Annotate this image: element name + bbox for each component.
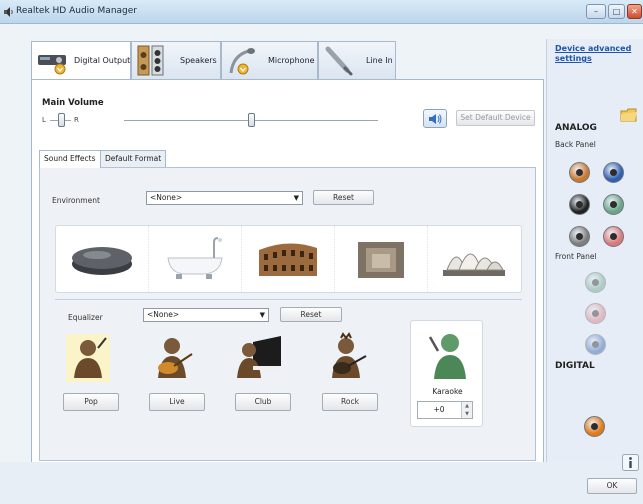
equalizer-select[interactable]: <None> ▼ xyxy=(143,308,269,322)
live-guitarist-icon xyxy=(158,338,193,378)
environment-label: Environment xyxy=(52,196,100,205)
speaker-app-icon xyxy=(4,7,13,17)
rock-guitarist-icon xyxy=(332,332,367,378)
pop-singer-icon xyxy=(66,334,110,382)
chevron-down-icon: ▼ xyxy=(259,311,265,319)
environment-stone-room[interactable] xyxy=(335,226,428,292)
back-jack-orange[interactable] xyxy=(569,162,590,183)
opera-house-icon xyxy=(443,253,505,276)
environment-reset-button[interactable]: Reset xyxy=(313,190,374,205)
colosseum-icon xyxy=(259,243,317,276)
tab-default-format[interactable]: Default Format xyxy=(100,150,167,167)
window-title: Realtek HD Audio Manager xyxy=(16,6,137,16)
stone-room-icon xyxy=(358,242,404,278)
tab-digital-output[interactable]: Digital Output xyxy=(31,41,131,81)
equalizer-label: Equalizer xyxy=(68,313,103,322)
environment-bathroom[interactable] xyxy=(149,226,242,292)
preset-pop-button[interactable]: Pop xyxy=(63,393,119,411)
environment-select-value: <None> xyxy=(150,193,183,202)
main-panel: Main Volume L R Set Default Device Sound… xyxy=(31,79,544,471)
tab-line-in-label: Line In xyxy=(366,56,393,65)
karaoke-stepper[interactable]: +0 ▲ ▼ xyxy=(417,401,473,419)
stepper-arrows[interactable]: ▲ ▼ xyxy=(461,402,472,418)
sound-effects-panel: Environment <None> ▼ Reset Equalizer <No… xyxy=(39,167,536,461)
preset-club-button[interactable]: Club xyxy=(235,393,291,411)
tab-line-in[interactable]: Line In xyxy=(318,41,396,79)
club-pianist-icon xyxy=(237,336,281,378)
main-volume-label: Main Volume xyxy=(42,98,104,108)
line-in-icon xyxy=(325,46,353,76)
tab-speakers[interactable]: Speakers xyxy=(131,41,221,79)
karaoke-value: +0 xyxy=(433,405,445,414)
karaoke-label: Karaoke xyxy=(432,387,463,396)
folder-icon[interactable] xyxy=(620,107,638,123)
equalizer-select-value: <None> xyxy=(147,310,180,319)
environment-opera-house[interactable] xyxy=(428,226,521,292)
front-jack-blue[interactable] xyxy=(585,334,606,355)
back-jack-green[interactable] xyxy=(603,194,624,215)
speaker-volume-icon xyxy=(429,114,442,124)
back-jack-black[interactable] xyxy=(569,194,590,215)
tab-microphone[interactable]: Microphone xyxy=(221,41,318,79)
environment-colosseum[interactable] xyxy=(242,226,335,292)
karaoke-panel: Karaoke +0 ▲ ▼ xyxy=(410,320,483,427)
info-icon[interactable] xyxy=(622,454,639,471)
tab-digital-output-label: Digital Output xyxy=(74,56,131,65)
equalizer-reset-button[interactable]: Reset xyxy=(280,307,342,322)
section-divider xyxy=(55,299,522,300)
digital-output-jack[interactable] xyxy=(584,416,605,437)
title-bar: Realtek HD Audio Manager – □ ✕ xyxy=(0,0,643,24)
front-panel-title: Front Panel xyxy=(555,252,597,261)
preset-live-button[interactable]: Live xyxy=(149,393,205,411)
environment-stone-disc[interactable] xyxy=(56,226,149,292)
bathtub-icon xyxy=(167,237,223,279)
digital-title: DIGITAL xyxy=(555,361,595,371)
minimize-button[interactable]: – xyxy=(586,4,606,19)
stone-disc-icon xyxy=(72,247,132,275)
back-panel-title: Back Panel xyxy=(555,140,596,149)
maximize-button[interactable]: □ xyxy=(608,4,625,19)
tab-speakers-label: Speakers xyxy=(180,56,217,65)
tab-sound-effects[interactable]: Sound Effects xyxy=(39,150,101,168)
bottom-bar xyxy=(0,462,643,504)
front-jack-pink[interactable] xyxy=(585,303,606,324)
close-button[interactable]: ✕ xyxy=(627,4,642,19)
environment-icon-strip xyxy=(55,225,522,293)
balance-left-label: L xyxy=(42,116,46,124)
front-jack-green[interactable] xyxy=(585,272,606,293)
back-jack-gray[interactable] xyxy=(569,226,590,247)
volume-slider-thumb[interactable] xyxy=(248,113,255,127)
balance-right-label: R xyxy=(74,116,79,124)
microphone-icon xyxy=(229,48,255,75)
balance-slider-thumb[interactable] xyxy=(57,113,65,127)
environment-select[interactable]: <None> ▼ xyxy=(146,191,303,205)
device-advanced-settings-link[interactable]: Device advanced settings xyxy=(555,44,633,64)
analog-title: ANALOG xyxy=(555,123,597,133)
set-default-device-button[interactable]: Set Default Device xyxy=(456,110,535,126)
connector-pane: Device advanced settings ANALOG Back Pan… xyxy=(546,39,643,462)
back-jack-blue[interactable] xyxy=(603,162,624,183)
karaoke-singer-icon xyxy=(428,334,466,379)
chevron-down-icon: ▼ xyxy=(293,194,299,202)
ok-button[interactable]: OK xyxy=(587,478,637,494)
preset-rock-button[interactable]: Rock xyxy=(322,393,378,411)
speakers-icon xyxy=(137,45,164,76)
window-body: Digital Output Speakers Microphone Line … xyxy=(0,24,643,504)
back-jack-pink[interactable] xyxy=(603,226,624,247)
digital-output-icon xyxy=(38,55,66,75)
tab-microphone-label: Microphone xyxy=(268,56,315,65)
mute-button[interactable] xyxy=(423,109,447,128)
